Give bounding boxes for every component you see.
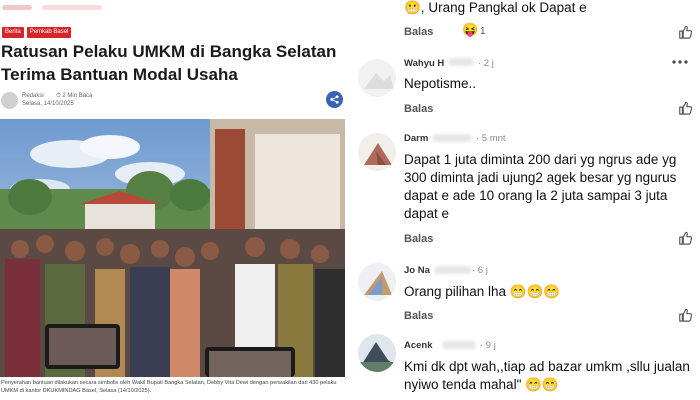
avatar[interactable] bbox=[358, 59, 396, 97]
blurred-name bbox=[448, 58, 474, 66]
reply-button[interactable]: Balas bbox=[404, 233, 433, 245]
comment-time: · 2 j bbox=[478, 58, 494, 69]
comment-text: Dapat 1 juta diminta 200 dari yg ngrus a… bbox=[404, 152, 677, 221]
comment-text: Kmi dk dpt wah,,tiap ad bazar umkm ,sllu… bbox=[404, 359, 690, 392]
blurred-name bbox=[432, 134, 472, 142]
commenter-name[interactable]: Jo Na bbox=[404, 265, 430, 276]
reaction-count: 1 bbox=[480, 26, 486, 37]
comment-time: · 9 j bbox=[480, 340, 496, 351]
comment-text-partial: 😬, Urang Pangkal ok Dapat e bbox=[404, 0, 587, 15]
comment-time: · 6 j bbox=[472, 265, 488, 276]
author-name[interactable]: Redaksi bbox=[22, 93, 44, 99]
like-icon[interactable] bbox=[678, 101, 692, 115]
avatar[interactable] bbox=[358, 263, 396, 301]
reply-button[interactable]: Balas bbox=[404, 26, 433, 38]
like-icon[interactable] bbox=[678, 25, 692, 39]
commenter-name[interactable]: Wahyu H bbox=[404, 58, 444, 69]
like-icon[interactable] bbox=[678, 308, 692, 322]
site-logo[interactable] bbox=[2, 2, 112, 16]
tag-berita[interactable]: Berita bbox=[2, 27, 24, 38]
read-time: ⏱ 2 Min Baca bbox=[56, 93, 93, 99]
reply-button[interactable]: Balas bbox=[404, 103, 433, 115]
screenshot: Berita Pemkab Basel Ratusan Pelaku UMKM … bbox=[0, 0, 700, 400]
avatar[interactable] bbox=[358, 334, 396, 372]
news-article: Berita Pemkab Basel Ratusan Pelaku UMKM … bbox=[0, 0, 350, 400]
tag-pemkab-basel[interactable]: Pemkab Basel bbox=[26, 27, 72, 38]
reaction-emoji[interactable]: 😝 bbox=[462, 22, 478, 38]
blurred-name bbox=[442, 341, 476, 349]
share-icon bbox=[330, 95, 339, 104]
article-photo bbox=[0, 119, 345, 377]
photo-caption: Penyerahan bantuan dilakukan secara simb… bbox=[1, 380, 337, 394]
article-headline: Ratusan Pelaku UMKM di Bangka Selatan Te… bbox=[1, 42, 337, 84]
comment-time: · 5 mnt bbox=[476, 133, 506, 144]
commenter-name[interactable]: Darm bbox=[404, 133, 428, 144]
commenter-name[interactable]: Acenk bbox=[404, 340, 433, 351]
more-options-icon[interactable] bbox=[670, 57, 690, 67]
article-date: Selasa, 14/10/2025 bbox=[22, 101, 74, 107]
reply-button[interactable]: Balas bbox=[404, 310, 433, 322]
blurred-name bbox=[434, 266, 472, 274]
avatar[interactable] bbox=[358, 133, 396, 171]
share-button[interactable] bbox=[326, 91, 343, 108]
author-avatar bbox=[1, 92, 18, 109]
comments-panel: 😬, Urang Pangkal ok Dapat e Balas 😝 1 Wa… bbox=[350, 0, 700, 400]
comment-text: Orang pilihan lha 😁😁😁 bbox=[404, 284, 561, 299]
article-meta: Redaksi ⏱ 2 Min Baca Selasa, 14/10/2025 bbox=[1, 90, 346, 112]
comment-text: Nepotisme.. bbox=[404, 76, 477, 91]
like-icon[interactable] bbox=[678, 231, 692, 245]
article-tags: Berita Pemkab Basel bbox=[2, 27, 72, 38]
